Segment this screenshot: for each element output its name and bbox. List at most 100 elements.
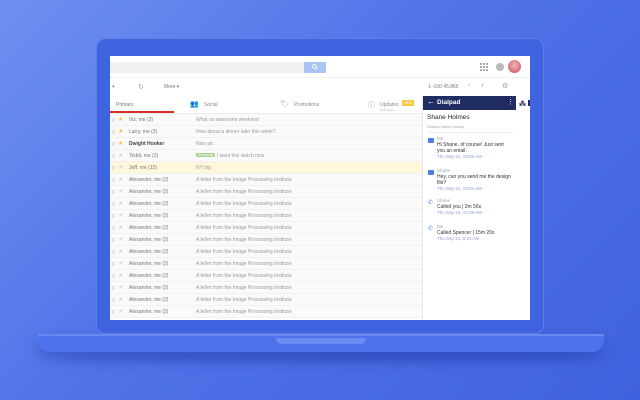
avatar[interactable]	[508, 60, 521, 73]
email-row[interactable]: ★ Alexander, me (2) A letter from the Imag…	[110, 222, 422, 234]
email-row[interactable]: ★ Jeff, me (12) NY trip	[110, 162, 422, 174]
search-input[interactable]	[110, 62, 304, 73]
email-row[interactable]: ★ Alexander, me (2) A letter from the Imag…	[110, 186, 422, 198]
row-checkbox[interactable]	[112, 262, 115, 266]
email-row[interactable]: ★ Alexander, me (2) A letter from the Imag…	[110, 258, 422, 270]
search-icon	[312, 64, 318, 70]
laptop-shadow	[60, 352, 582, 362]
email-subject: How about a dinner later this week?	[196, 129, 416, 135]
row-checkbox[interactable]	[112, 274, 115, 278]
email-subject-text: How about a dinner later this week?	[196, 129, 276, 135]
activity-time: Thu Sep 21, 10:28 AM	[437, 210, 482, 215]
email-row[interactable]: ★ Alexander, me (2) A letter from the Imag…	[110, 174, 422, 186]
email-row[interactable]: ★ Alexander, me (2) A letter from the Imag…	[110, 234, 422, 246]
tab-primary[interactable]: Primary	[110, 96, 174, 113]
email-row[interactable]: ★ Alexander, me (2) A letter from the Imag…	[110, 270, 422, 282]
rail-indicator	[528, 100, 530, 106]
star-icon[interactable]: ★	[118, 308, 123, 315]
notifications-icon[interactable]	[496, 63, 504, 71]
email-row[interactable]: ★ Dwight Hooker Nice pic	[110, 138, 422, 150]
star-icon[interactable]: ★	[118, 284, 123, 291]
row-checkbox[interactable]	[112, 142, 115, 146]
tab-promotions[interactable]: 🏷 Promotions	[280, 96, 360, 113]
email-subject: Shopping I want this watch now	[196, 153, 416, 159]
row-checkbox[interactable]	[112, 178, 115, 182]
email-sender: Jeff, me (12)	[129, 165, 157, 171]
email-sender: Alexander, me (2)	[129, 177, 169, 183]
email-row[interactable]: ★ Alexander, me (2) A letter from the Imag…	[110, 210, 422, 222]
star-icon[interactable]: ★	[118, 212, 123, 219]
activity-text: Hi Shane, of course! Just sent you an em…	[437, 142, 504, 154]
tab-updates[interactable]: ⓘ Updates NEW Notification	[368, 96, 422, 113]
chevron-left-icon[interactable]: ‹	[468, 82, 470, 89]
email-subject-text: A letter from the Image Processing Insti…	[196, 309, 292, 315]
row-checkbox[interactable]	[112, 202, 115, 206]
row-checkbox[interactable]	[112, 310, 115, 314]
star-icon[interactable]: ★	[118, 272, 123, 279]
email-sender: Dwight Hooker	[129, 141, 165, 147]
activity-time: Thu Sep 21, 9:24 AM	[437, 236, 480, 241]
email-row[interactable]: ★ Alexander, me (2) A letter from the Imag…	[110, 198, 422, 210]
chevron-right-icon[interactable]: ›	[481, 82, 483, 89]
row-checkbox[interactable]	[112, 118, 115, 122]
star-icon[interactable]: ★	[118, 176, 123, 183]
email-row[interactable]: ★ Teddi, me (3) Shopping I want this watch …	[110, 150, 422, 162]
apps-grid-icon[interactable]	[480, 63, 488, 71]
row-checkbox[interactable]	[112, 130, 115, 134]
star-icon[interactable]: ★	[118, 140, 123, 147]
email-row[interactable]: ★ Alexander, me (2) A letter from the Imag…	[110, 306, 422, 318]
row-checkbox[interactable]	[112, 286, 115, 290]
email-subject-text: A letter from the Image Processing Insti…	[196, 225, 292, 231]
row-checkbox[interactable]	[112, 298, 115, 302]
email-subject: A letter from the Image Processing Insti…	[196, 201, 416, 207]
activity-text: Hey, can you send me the design file?	[437, 174, 511, 186]
gear-icon[interactable]: ⚙	[502, 82, 508, 90]
tab-primary-label: Primary	[116, 102, 134, 108]
email-subject-text: A letter from the Image Processing Insti…	[196, 237, 292, 243]
email-sender: Alexander, me (2)	[129, 225, 169, 231]
star-icon[interactable]: ★	[118, 224, 123, 231]
email-subject: A letter from the Image Processing Insti…	[196, 261, 416, 267]
email-subject-text: I want this watch now	[216, 153, 265, 159]
email-subject-text: A letter from the Image Processing Insti…	[196, 249, 292, 255]
star-icon[interactable]: ★	[118, 128, 123, 135]
more-button[interactable]: More ▾	[164, 84, 179, 90]
search-button[interactable]	[304, 62, 326, 73]
refresh-icon[interactable]: ↻	[138, 83, 144, 91]
row-checkbox[interactable]	[112, 166, 115, 170]
star-icon[interactable]: ★	[118, 200, 123, 207]
row-checkbox[interactable]	[112, 214, 115, 218]
dialpad-app-icon[interactable]: ⁂	[519, 100, 526, 108]
star-icon[interactable]: ★	[118, 152, 123, 159]
row-checkbox[interactable]	[112, 154, 115, 158]
more-vert-icon[interactable]: ⋮	[507, 98, 514, 106]
row-checkbox[interactable]	[112, 250, 115, 254]
star-icon[interactable]: ★	[118, 260, 123, 267]
email-subject-text: Nice pic	[196, 141, 214, 147]
star-icon[interactable]: ★	[118, 248, 123, 255]
email-subject-text: A letter from the Image Processing Insti…	[196, 189, 292, 195]
dialpad-panel: ← Dialpad ⋮ Shane Holmes Dialpad latest …	[422, 96, 517, 320]
activity-time: Thu Sep 21, 10:06 AM	[437, 154, 482, 159]
star-icon[interactable]: ★	[118, 188, 123, 195]
laptop-notch	[276, 338, 366, 344]
arrow-left-icon[interactable]: ←	[427, 97, 435, 106]
star-icon[interactable]: ★	[118, 296, 123, 303]
star-icon[interactable]: ★	[118, 164, 123, 171]
email-row[interactable]: ★ Larry, me (3) How about a dinner later t…	[110, 126, 422, 138]
select-dropdown-icon[interactable]: ▾	[112, 84, 115, 90]
star-icon[interactable]: ★	[118, 116, 123, 123]
email-row[interactable]: ★ Viz, me (3) What an awesome weekend	[110, 114, 422, 126]
tab-social[interactable]: 👥 Social	[190, 96, 260, 113]
email-row[interactable]: ★ Alexander, me (2) A letter from the Imag…	[110, 294, 422, 306]
email-sender: Alexander, me (2)	[129, 261, 169, 267]
email-row[interactable]: ★ Alexander, me (2) A letter from the Imag…	[110, 246, 422, 258]
email-subject: Nice pic	[196, 141, 416, 147]
row-checkbox[interactable]	[112, 226, 115, 230]
star-icon[interactable]: ★	[118, 236, 123, 243]
activity-time: Thu Sep 21, 10:04 AM	[437, 186, 482, 191]
email-row[interactable]: ★ Alexander, me (2) A letter from the Imag…	[110, 282, 422, 294]
row-checkbox[interactable]	[112, 190, 115, 194]
email-subject-text: A letter from the Image Processing Insti…	[196, 285, 292, 291]
row-checkbox[interactable]	[112, 238, 115, 242]
